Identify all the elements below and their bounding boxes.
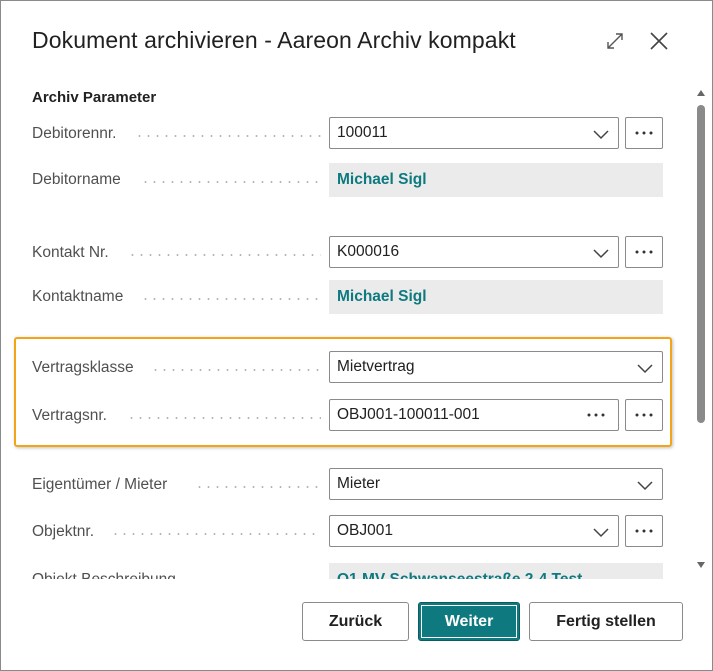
- vertragsnr-inline-lookup[interactable]: [582, 404, 610, 426]
- row-vertragsnr: Vertragsnr. OBJ001-100011-001: [1, 397, 691, 437]
- kontakt-nr-value: K000016: [337, 243, 400, 260]
- chevron-down-icon[interactable]: [592, 245, 610, 261]
- row-objektnr: Objektnr. OBJ001: [1, 513, 691, 553]
- vertical-scrollbar[interactable]: [693, 85, 709, 579]
- group-title: Archiv Parameter: [32, 89, 157, 106]
- row-debitorname: Debitorname Michael Sigl: [1, 161, 691, 201]
- kontaktname-value: Michael Sigl: [337, 288, 427, 305]
- chevron-down-icon[interactable]: [636, 477, 654, 493]
- kontaktname-field[interactable]: Michael Sigl: [329, 280, 663, 314]
- debitorennr-lookup-button[interactable]: [625, 117, 663, 149]
- leader-dots: [127, 417, 321, 419]
- label-objektnr: Objektnr.: [32, 523, 95, 540]
- leader-dots: [135, 135, 321, 137]
- eigentuemer-mieter-value: Mieter: [337, 475, 381, 492]
- leader-dots: [195, 486, 321, 488]
- row-kontakt-nr: Kontakt Nr. K000016: [1, 234, 691, 274]
- vertragsklasse-select[interactable]: Mietvertrag: [329, 351, 663, 383]
- objektnr-field[interactable]: OBJ001: [329, 515, 619, 547]
- label-vertragsnr: Vertragsnr.: [32, 407, 107, 424]
- chevron-down-icon[interactable]: [592, 524, 610, 540]
- objekt-beschreibung-field[interactable]: O1 MV Schwanseestraße 2-4 Test: [329, 563, 663, 579]
- more-dots-icon: [635, 413, 653, 417]
- more-dots-icon: [635, 131, 653, 135]
- more-dots-icon: [635, 529, 653, 533]
- objektnr-lookup-button[interactable]: [625, 515, 663, 547]
- leader-dots: [141, 181, 321, 183]
- row-vertragsklasse: Vertragsklasse Mietvertrag: [1, 349, 691, 389]
- dialog-content: Archiv Parameter Debitorennr. 100011 Deb…: [1, 81, 691, 579]
- label-debitorennr: Debitorennr.: [32, 125, 117, 142]
- close-icon[interactable]: [646, 27, 672, 55]
- debitorname-field[interactable]: Michael Sigl: [329, 163, 663, 197]
- debitorennr-field[interactable]: 100011: [329, 117, 619, 149]
- leader-dots: [151, 369, 321, 371]
- back-button[interactable]: Zurück: [302, 602, 409, 641]
- label-objekt-beschreibung: Objekt Beschreibung: [32, 571, 176, 579]
- label-debitorname: Debitorname: [32, 171, 121, 188]
- finish-button[interactable]: Fertig stellen: [529, 602, 683, 641]
- vertragsnr-lookup-button[interactable]: [625, 399, 663, 431]
- kontakt-nr-field[interactable]: K000016: [329, 236, 619, 268]
- dialog-title: Dokument archivieren - Aareon Archiv kom…: [32, 27, 516, 53]
- scroll-up-icon[interactable]: [696, 89, 706, 97]
- leader-dots: [141, 298, 321, 300]
- row-objekt-beschreibung: Objekt Beschreibung O1 MV Schwanseestraß…: [1, 561, 691, 579]
- leader-dots: [128, 254, 321, 256]
- more-dots-icon: [635, 250, 653, 254]
- row-kontaktname: Kontaktname Michael Sigl: [1, 278, 691, 318]
- expand-icon-svg: [607, 33, 623, 49]
- scroll-down-icon[interactable]: [696, 561, 706, 569]
- eigentuemer-mieter-select[interactable]: Mieter: [329, 468, 663, 500]
- objektnr-value: OBJ001: [337, 522, 394, 539]
- row-eigentuemer-mieter: Eigentümer / Mieter Mieter: [1, 466, 691, 506]
- vertragsnr-field[interactable]: OBJ001-100011-001: [329, 399, 619, 431]
- debitorname-value: Michael Sigl: [337, 171, 427, 188]
- chevron-down-icon[interactable]: [592, 126, 610, 142]
- close-icon-svg: [650, 32, 668, 50]
- dialog: Dokument archivieren - Aareon Archiv kom…: [0, 0, 713, 671]
- label-eigentuemer-mieter: Eigentümer / Mieter: [32, 476, 168, 493]
- kontakt-nr-lookup-button[interactable]: [625, 236, 663, 268]
- dialog-footer: Zurück Weiter Fertig stellen: [1, 579, 712, 670]
- label-vertragsklasse: Vertragsklasse: [32, 359, 134, 376]
- objekt-beschreibung-value: O1 MV Schwanseestraße 2-4 Test: [337, 571, 582, 579]
- label-kontakt-nr: Kontakt Nr.: [32, 244, 109, 261]
- vertragsklasse-value: Mietvertrag: [337, 358, 415, 375]
- chevron-down-icon[interactable]: [636, 360, 654, 376]
- next-button[interactable]: Weiter: [418, 602, 520, 641]
- row-debitorennr: Debitorennr. 100011: [1, 115, 691, 155]
- scroll-thumb[interactable]: [697, 105, 705, 423]
- debitorennr-value: 100011: [337, 124, 388, 141]
- vertragsnr-value: OBJ001-100011-001: [337, 406, 480, 423]
- label-kontaktname: Kontaktname: [32, 288, 124, 305]
- more-dots-icon: [587, 413, 605, 417]
- expand-icon[interactable]: [602, 27, 628, 55]
- leader-dots: [111, 533, 321, 535]
